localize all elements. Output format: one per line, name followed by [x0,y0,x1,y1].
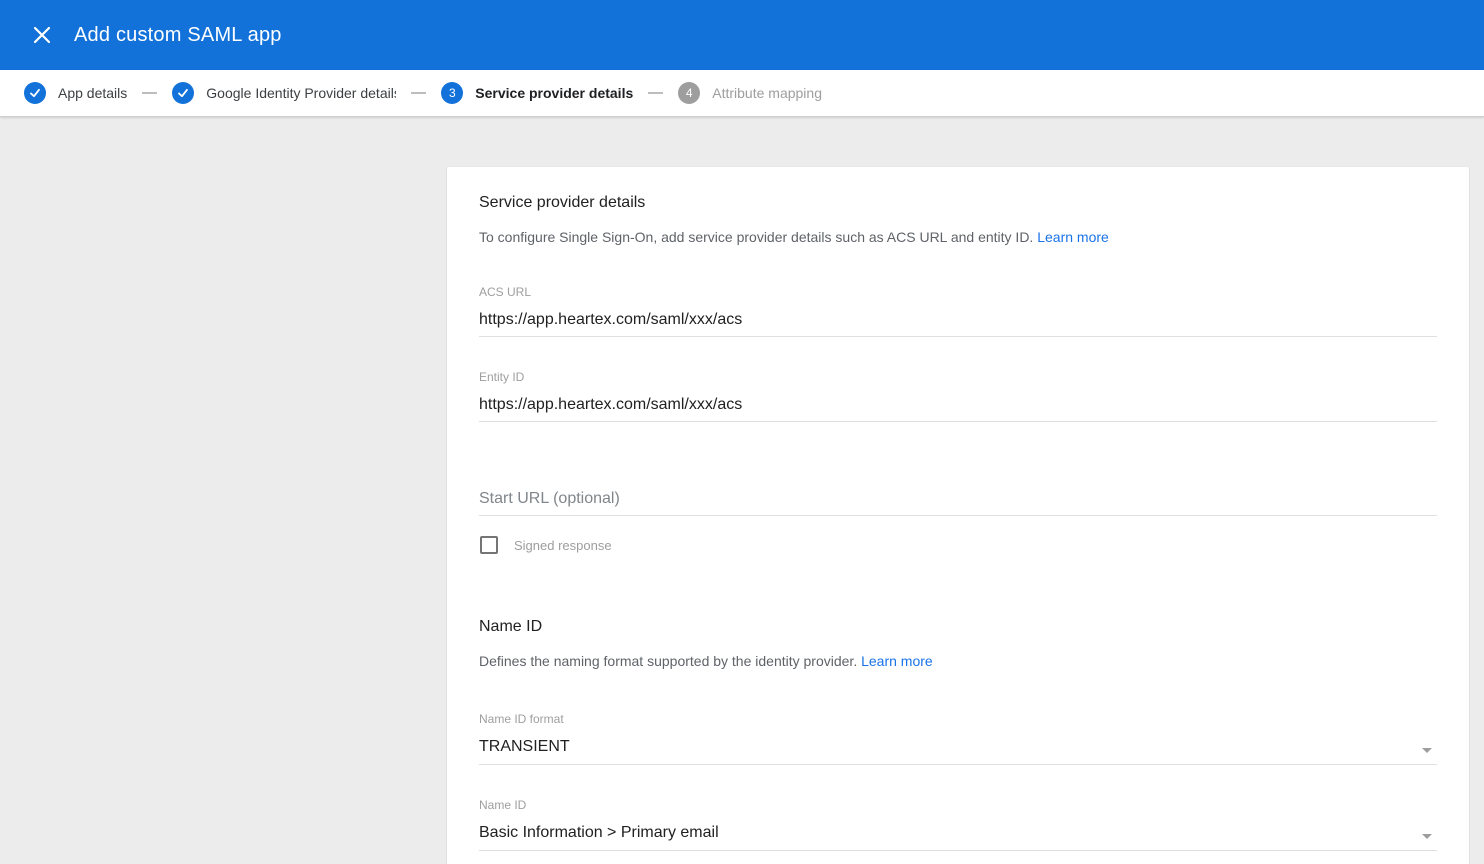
signed-response-checkbox[interactable] [480,536,498,554]
step-label: Google Identity Provider details [206,85,396,101]
acs-url-label: ACS URL [479,285,1437,299]
start-url-field-group [479,480,1437,516]
section-title-service-provider: Service provider details [479,194,1437,212]
name-id-description: Defines the naming format supported by t… [479,653,1437,669]
step-number-badge: 3 [441,82,463,104]
section-title-name-id: Name ID [479,618,1437,636]
name-id-label: Name ID [479,798,1437,812]
dropdown-arrow-icon [1422,748,1432,753]
dialog-title: Add custom SAML app [74,24,282,47]
content-area: Service provider details To configure Si… [0,117,1484,863]
step-label: Attribute mapping [712,85,822,101]
name-id-format-select[interactable]: TRANSIENT [479,726,1437,765]
step-separator [411,92,426,94]
section-description: To configure Single Sign-On, add service… [479,229,1437,245]
name-id-description-text: Defines the naming format supported by t… [479,653,857,669]
name-id-section: Name ID Defines the naming format suppor… [479,618,1437,851]
acs-url-input[interactable] [479,299,1437,337]
entity-id-field-group: Entity ID [479,370,1437,422]
signed-response-label: Signed response [514,538,612,553]
step-separator [142,92,157,94]
signed-response-row: Signed response [479,536,1437,554]
dropdown-arrow-icon [1422,834,1432,839]
wizard-stepper: App details Google Identity Provider det… [0,70,1484,117]
name-id-format-field-group: Name ID format TRANSIENT [479,712,1437,765]
acs-url-field-group: ACS URL [479,285,1437,337]
learn-more-link[interactable]: Learn more [861,653,933,669]
service-provider-card: Service provider details To configure Si… [447,167,1469,864]
step-label: App details [58,85,127,101]
section-description-text: To configure Single Sign-On, add service… [479,229,1033,245]
close-icon [32,25,52,45]
step-service-provider-details[interactable]: 3 Service provider details [441,82,633,104]
name-id-select[interactable]: Basic Information > Primary email [479,812,1437,851]
step-label: Service provider details [475,85,633,101]
close-button[interactable] [24,17,60,53]
step-number-badge: 4 [678,82,700,104]
learn-more-link[interactable]: Learn more [1037,229,1109,245]
step-separator [648,92,663,94]
entity-id-input[interactable] [479,384,1437,422]
step-completed-check-icon [172,82,194,104]
name-id-field-group: Name ID Basic Information > Primary emai… [479,798,1437,851]
step-app-details[interactable]: App details [24,82,127,104]
step-attribute-mapping[interactable]: 4 Attribute mapping [678,82,822,104]
start-url-input[interactable] [479,480,1437,516]
step-completed-check-icon [24,82,46,104]
entity-id-label: Entity ID [479,370,1437,384]
name-id-format-label: Name ID format [479,712,1437,726]
dialog-header: Add custom SAML app [0,0,1484,70]
step-google-idp-details[interactable]: Google Identity Provider details [172,82,396,104]
